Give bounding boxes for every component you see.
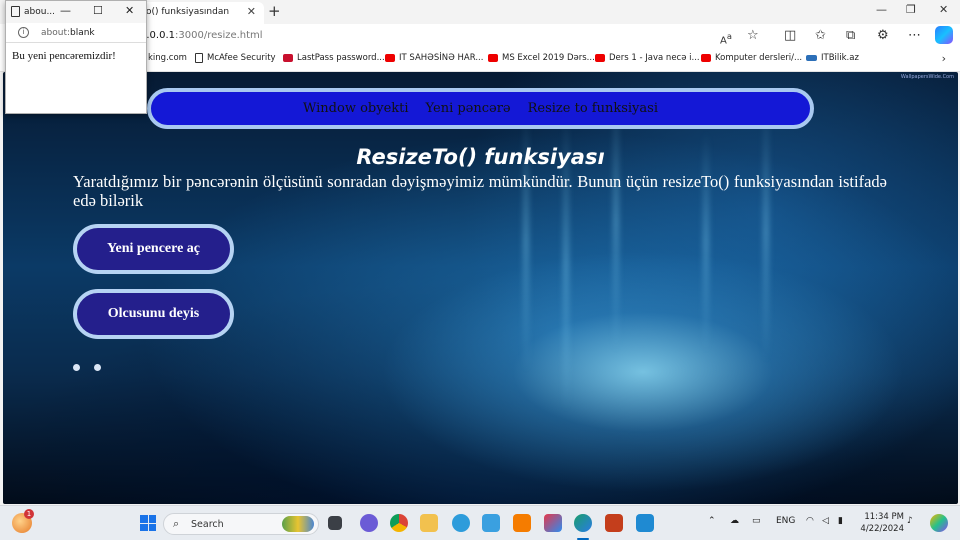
bookmark-label: ITBilik.az — [821, 53, 859, 63]
youtube-icon — [701, 54, 711, 62]
bookmarks-more-chevron-icon[interactable]: › — [942, 52, 946, 65]
web-page: WallpapersWide.Com Window obyekti Yeni p… — [3, 72, 958, 504]
bookmark-item[interactable]: MS Excel 2019 Dərs... — [488, 53, 595, 63]
bookmark-item[interactable]: LastPass password... — [283, 53, 385, 63]
background-light-streak — [613, 92, 619, 352]
bookmark-item[interactable]: Komputer dersleri/... — [701, 53, 802, 63]
notification-badge: 1 — [24, 509, 34, 519]
lastpass-icon — [283, 54, 293, 62]
slider-dot[interactable] — [73, 364, 80, 371]
clock[interactable]: 11:34 PM 4/22/2024 — [858, 511, 904, 535]
bookmark-label: LastPass password... — [297, 53, 385, 63]
battery-icon[interactable]: ▮ — [838, 516, 843, 526]
tab-close-icon[interactable]: ✕ — [247, 5, 256, 18]
task-view-icon[interactable] — [328, 516, 342, 530]
popup-maximize-button[interactable]: ☐ — [93, 4, 103, 17]
bookmark-item[interactable]: IT SAHƏSİNƏ HAR... — [385, 53, 483, 63]
resize-window-button[interactable]: Olcusunu deyis — [73, 289, 234, 339]
copilot-taskbar-icon[interactable] — [930, 514, 948, 532]
popup-close-button[interactable]: ✕ — [125, 4, 134, 17]
background-light-streak — [763, 102, 769, 362]
tray-overflow-chevron-icon[interactable]: ⌃ — [708, 516, 716, 526]
restore-window-button[interactable]: ❐ — [906, 3, 916, 16]
new-tab-button[interactable]: + — [268, 2, 281, 20]
clock-date: 4/22/2024 — [860, 524, 904, 534]
info-icon[interactable]: i — [18, 27, 29, 38]
search-highlight-icon — [282, 516, 314, 532]
description-text: Yaratdığımız bir pəncərənin ölçüsünü son… — [73, 172, 887, 210]
bookmark-label: IT SAHƏSİNƏ HAR... — [399, 53, 484, 63]
file-explorer-icon[interactable] — [420, 514, 438, 532]
bookmark-label: king.com — [148, 53, 187, 63]
popup-window: abou... — ☐ ✕ i about:blank Bu yeni penc… — [5, 0, 147, 114]
windows-start-icon[interactable] — [140, 515, 156, 531]
taskbar-search[interactable]: ⌕ Search — [163, 513, 319, 535]
search-icon: ⌕ — [173, 517, 180, 530]
popup-minimize-button[interactable]: — — [60, 4, 71, 17]
youtube-icon — [488, 54, 498, 62]
favorite-star-icon[interactable]: ☆ — [747, 27, 759, 45]
collections-icon[interactable]: ⧉ — [846, 27, 855, 45]
split-screen-icon[interactable]: ◫ — [784, 27, 796, 45]
taskbar: 1 ⌕ Search ⌃ ☁ ▭ ENG ◠ ◁ ▮ 11:34 PM 4/22… — [0, 505, 960, 540]
vscode-icon[interactable] — [636, 514, 654, 532]
bookmark-label: Komputer dersleri/... — [715, 53, 803, 63]
open-new-window-button[interactable]: Yeni pencere aç — [73, 224, 234, 274]
tab-title: o() funksiyasından — [146, 7, 230, 17]
popup-url-field[interactable]: i about:blank — [6, 23, 146, 43]
youtube-icon — [595, 54, 605, 62]
itbilik-icon — [806, 55, 817, 61]
mysql-workbench-icon[interactable] — [482, 514, 500, 532]
settings-more-icon[interactable]: ⋯ — [908, 27, 921, 45]
teams-chat-icon[interactable] — [360, 514, 378, 532]
url-path: :3000/resize.html — [175, 30, 263, 41]
display-icon[interactable]: ▭ — [752, 516, 761, 526]
edge-icon[interactable] — [574, 514, 592, 532]
close-window-button[interactable]: ✕ — [939, 3, 948, 16]
watermark: WallpapersWide.Com — [900, 74, 954, 80]
popup-url-prefix: about: — [41, 28, 70, 38]
search-placeholder: Search — [191, 519, 224, 530]
page-title: ResizeTo() funksiyası — [356, 145, 605, 169]
help-icon[interactable] — [452, 514, 470, 532]
popup-titlebar: abou... — ☐ ✕ — [6, 1, 146, 23]
navbar: Window obyekti Yeni pəncərə Resize to fu… — [147, 88, 814, 129]
youtube-icon — [385, 54, 395, 62]
document-icon — [195, 53, 203, 63]
minimize-window-button[interactable]: — — [876, 3, 887, 16]
bookmark-label: MS Excel 2019 Dərs... — [502, 53, 595, 63]
extensions-icon[interactable]: ⚙ — [877, 27, 889, 45]
bookmark-label: McAfee Security — [207, 53, 276, 63]
url-field[interactable]: 7.0.0.1:3000/resize.html — [140, 26, 760, 46]
nav-link-yeni-pencere[interactable]: Yeni pəncərə — [426, 101, 511, 116]
bookmark-item[interactable]: Ders 1 - Java necə i... — [595, 53, 700, 63]
read-aloud-icon[interactable]: Aa — [720, 27, 732, 50]
chrome-icon[interactable] — [390, 514, 408, 532]
nav-link-resize-to[interactable]: Resize to funksiyasi — [528, 101, 658, 116]
bookmark-item[interactable]: McAfee Security — [195, 53, 276, 63]
bookmark-item[interactable]: king.com — [148, 53, 187, 63]
favorites-icon[interactable]: ✩ — [815, 27, 826, 45]
page-icon — [11, 6, 20, 17]
nav-link-window-obyekti[interactable]: Window obyekti — [303, 101, 409, 116]
wifi-icon[interactable]: ◠ — [806, 516, 814, 526]
clock-time: 11:34 PM — [864, 512, 904, 522]
bookmark-label: Ders 1 - Java necə i... — [609, 53, 700, 63]
notification-bell-icon[interactable]: ♪ — [907, 516, 913, 526]
copilot-icon[interactable] — [935, 26, 953, 44]
active-tab[interactable]: o() funksiyasından ✕ — [136, 2, 264, 24]
popup-title: abou... — [24, 7, 56, 17]
onedrive-icon[interactable]: ☁ — [730, 516, 739, 526]
language-indicator[interactable]: ENG — [776, 516, 795, 526]
snipping-tool-icon[interactable] — [544, 514, 562, 532]
volume-icon[interactable]: ◁ — [822, 516, 829, 526]
popup-url-value: blank — [70, 28, 95, 38]
bookmark-item[interactable]: ITBilik.az — [806, 53, 859, 63]
popup-body-text: Bu yeni pencəremizdir! — [12, 50, 116, 62]
xampp-icon[interactable] — [513, 514, 531, 532]
slider-dot[interactable] — [94, 364, 101, 371]
powerpoint-icon[interactable] — [605, 514, 623, 532]
